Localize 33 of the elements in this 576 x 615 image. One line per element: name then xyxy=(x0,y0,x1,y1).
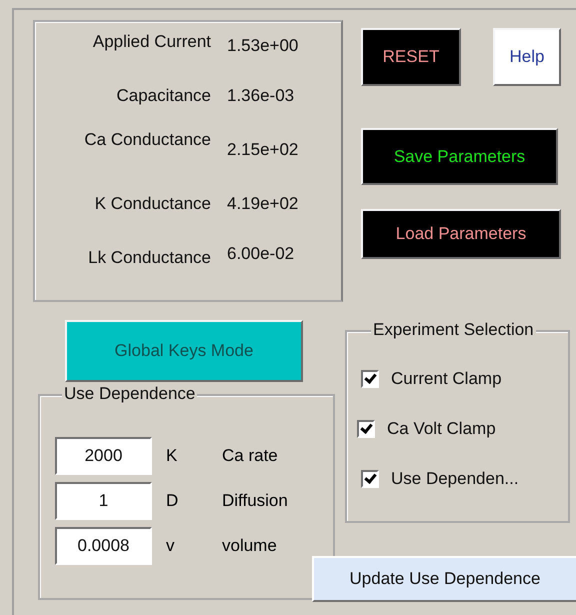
load-parameters-button[interactable]: Load Parameters xyxy=(361,209,561,259)
reset-button[interactable]: RESET xyxy=(361,28,461,86)
parameter-label: Lk Conductance xyxy=(87,248,211,268)
parameter-value: 1.53e+00 xyxy=(227,36,298,56)
field-label: Diffusion xyxy=(222,491,288,511)
parameter-value: 1.36e-03 xyxy=(227,86,294,106)
checkbox[interactable] xyxy=(361,470,379,488)
help-button[interactable]: Help xyxy=(493,28,561,86)
parameter-label: Ca Conductance xyxy=(83,130,211,150)
symbol-label: v xyxy=(166,536,176,556)
checkbox-label: Ca Volt Clamp xyxy=(387,419,496,439)
input-field[interactable]: 1 xyxy=(55,482,152,520)
checkbox-label: Current Clamp xyxy=(391,369,502,389)
parameter-value: 4.19e+02 xyxy=(227,194,298,214)
symbol-label: D xyxy=(166,491,180,511)
save-parameters-button[interactable]: Save Parameters xyxy=(361,128,558,185)
global-keys-mode-button[interactable]: Global Keys Mode xyxy=(65,320,303,382)
field-label: Ca rate xyxy=(222,446,278,466)
parameter-label: K Conductance xyxy=(94,194,211,214)
parameter-value: 2.15e+02 xyxy=(227,140,298,160)
checkbox-label: Use Dependen... xyxy=(391,469,519,489)
parameter-value: 6.00e-02 xyxy=(227,244,294,264)
update-use-dependence-button[interactable]: Update Use Dependence xyxy=(312,556,576,602)
group-title: Experiment Selection xyxy=(371,320,536,340)
input-field[interactable]: 0.0008 xyxy=(55,527,152,565)
parameter-label: Applied Current xyxy=(92,32,211,52)
input-field[interactable]: 2000 xyxy=(55,437,152,475)
field-label: volume xyxy=(222,536,277,556)
checkbox[interactable] xyxy=(357,420,375,438)
symbol-label: K xyxy=(166,446,178,466)
parameter-label: Capacitance xyxy=(115,86,211,106)
group-title: Use Dependence xyxy=(62,384,198,404)
checkbox[interactable] xyxy=(361,370,379,388)
